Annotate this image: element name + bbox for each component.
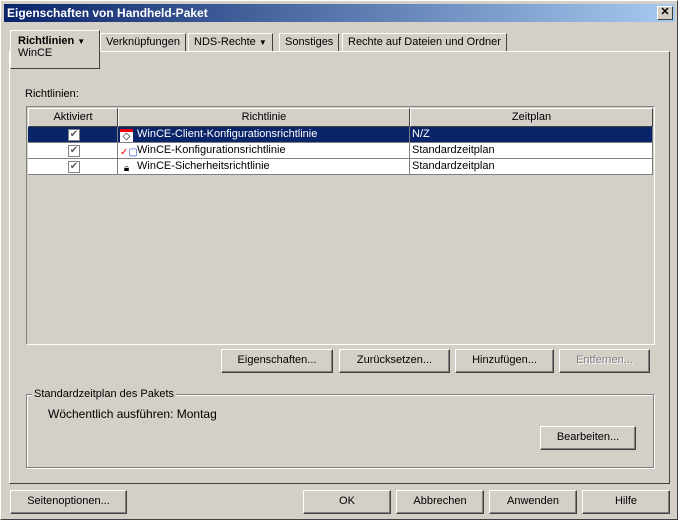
column-header-zeitplan[interactable]: Zeitplan [410, 108, 653, 127]
tab-sonstiges[interactable]: Sonstiges [279, 33, 340, 52]
policy-schedule: N/Z [412, 128, 430, 140]
policy-schedule: Standardzeitplan [412, 144, 495, 156]
subtab-wince[interactable]: WinCE [18, 47, 52, 59]
tab-rechte-dateien[interactable]: Rechte auf Dateien und Ordner [342, 33, 507, 52]
reset-button[interactable]: Zurücksetzen... [339, 349, 450, 373]
table-row[interactable]: ✔ ✓▢WinCE-Konfigurationsrichtlinie Stand… [28, 143, 653, 159]
policy-name: WinCE-Konfigurationsrichtlinie [137, 144, 286, 156]
schedule-group-label: Standardzeitplan des Pakets [32, 388, 177, 400]
properties-button[interactable]: Eigenschaften... [221, 349, 333, 373]
tab-richtlinien[interactable]: Richtlinien ▼ WinCE [10, 30, 100, 69]
dropdown-arrow-icon[interactable]: ▼ [77, 37, 85, 46]
ok-button[interactable]: OK [303, 490, 391, 514]
lock-icon: 🔒︎ [123, 163, 130, 174]
cancel-button[interactable]: Abbrechen [396, 490, 484, 514]
add-button[interactable]: Hinzufügen... [455, 349, 554, 373]
table-row[interactable]: ✔ 🔒︎ WinCE-Sicherheitsrichtlinie Standard… [28, 159, 653, 175]
client-config-icon: ◇ [120, 129, 133, 142]
title-bar: Eigenschaften von Handheld-Paket [4, 4, 675, 22]
window-title: Eigenschaften von Handheld-Paket [7, 6, 208, 20]
policy-name: WinCE-Sicherheitsrichtlinie [137, 160, 270, 172]
schedule-text: Wöchentlich ausführen: Montag [48, 407, 217, 421]
tab-label: Rechte auf Dateien und Ordner [348, 36, 501, 48]
properties-dialog: Eigenschaften von Handheld-Paket ✕ Richt… [0, 0, 678, 520]
tab-verknuepfungen[interactable]: Verknüpfungen [100, 33, 187, 52]
device-config-icon: ✓▢ [120, 147, 138, 158]
remove-button[interactable]: Entfernen... [559, 349, 650, 373]
tab-label: Verknüpfungen [106, 36, 181, 48]
close-button[interactable]: ✕ [657, 6, 673, 20]
enabled-checkbox[interactable]: ✔ [68, 145, 80, 157]
policy-table: Aktiviert Richtlinie Zeitplan ✔ ◇ WinCE-C… [26, 106, 655, 345]
dropdown-arrow-icon: ▼ [258, 38, 267, 47]
enabled-checkbox[interactable]: ✔ [68, 161, 80, 173]
help-button[interactable]: Hilfe [582, 490, 670, 514]
table-row[interactable]: ✔ ◇ WinCE-Client-Konfigurationsrichtlinie… [28, 127, 653, 143]
tab-nds-rechte[interactable]: NDS-Rechte ▼ [188, 33, 273, 52]
edit-schedule-button[interactable]: Bearbeiten... [540, 426, 636, 450]
enabled-checkbox[interactable]: ✔ [68, 129, 80, 141]
policy-schedule: Standardzeitplan [412, 160, 495, 172]
policy-name: WinCE-Client-Konfigurationsrichtlinie [137, 128, 318, 140]
apply-button[interactable]: Anwenden [489, 490, 577, 514]
tab-label: Sonstiges [285, 36, 334, 48]
tab-label: NDS-Rechte [194, 36, 256, 48]
column-header-aktiviert[interactable]: Aktiviert [28, 108, 118, 127]
column-header-richtlinie[interactable]: Richtlinie [118, 108, 410, 127]
page-options-button[interactable]: Seitenoptionen... [10, 490, 127, 514]
tab-label: Richtlinien [18, 35, 75, 47]
list-label: Richtlinien: [25, 88, 79, 100]
